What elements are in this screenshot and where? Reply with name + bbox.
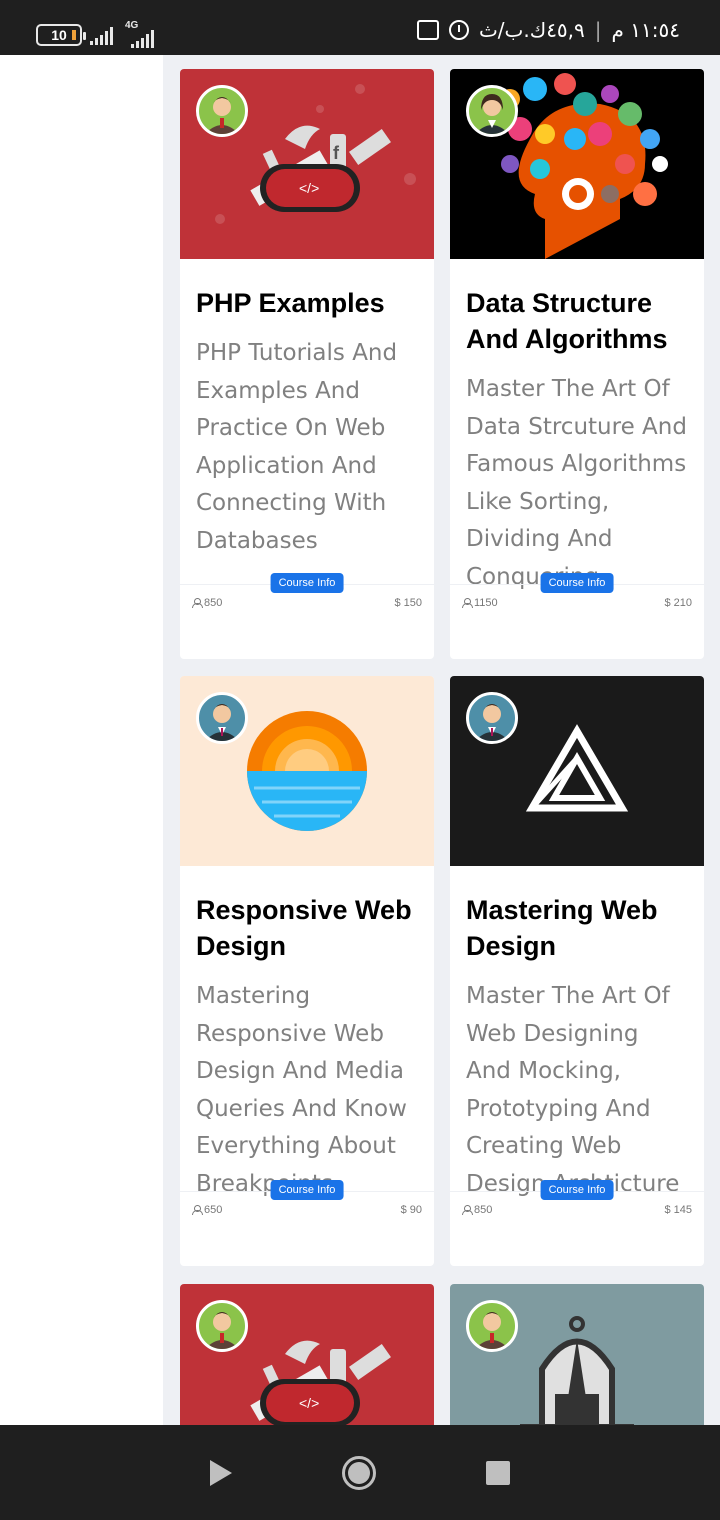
course-card-partial[interactable] xyxy=(450,1284,704,1425)
course-footer: Course Info 1150 $ 210 xyxy=(450,573,704,659)
avatar-icon xyxy=(205,97,239,134)
recents-button-icon[interactable] xyxy=(486,1460,510,1485)
left-panel xyxy=(0,55,163,1425)
avatar-icon xyxy=(475,704,509,741)
course-thumbnail[interactable] xyxy=(450,676,704,866)
course-description: Master The Art Of Web Designing And Mock… xyxy=(466,983,680,1197)
students-count: 850 xyxy=(192,597,222,609)
avatar-icon xyxy=(475,94,509,134)
network-speed: ٤٥,٩ك.ب/ث xyxy=(478,18,585,42)
course-info-button[interactable]: Course Info xyxy=(270,573,344,593)
user-icon xyxy=(462,598,473,608)
students-value: 850 xyxy=(474,1204,493,1216)
instructor-avatar xyxy=(196,1300,248,1352)
battery-level: 10 xyxy=(51,27,67,43)
system-nav-bar xyxy=(0,1425,720,1520)
alarm-icon xyxy=(448,20,469,40)
course-card-php-partial[interactable]: </> xyxy=(180,1284,434,1425)
course-description: PHP Tutorials And Examples And Practice … xyxy=(196,340,398,554)
course-title[interactable]: Data Structure And Algorithms xyxy=(450,259,704,357)
course-info-button[interactable]: Course Info xyxy=(540,573,614,593)
course-price: $ 210 xyxy=(664,597,692,609)
instructor-avatar xyxy=(196,692,248,744)
course-price: $ 150 xyxy=(394,597,422,609)
status-bar: 10 4G ٤٥,٩ك.ب/ث | ١١:٥٤ م xyxy=(0,0,720,55)
course-info-button[interactable]: Course Info xyxy=(270,1180,344,1200)
user-icon xyxy=(192,598,203,608)
course-card-data-structure[interactable]: Data Structure And Algorithms Master The… xyxy=(450,69,704,659)
course-thumbnail[interactable]: </> xyxy=(180,1284,434,1425)
course-footer: Course Info 850 $ 145 xyxy=(450,1180,704,1266)
course-price: $ 145 xyxy=(664,1204,692,1216)
avatar-icon xyxy=(205,1312,239,1349)
course-card-mastering-web-design[interactable]: Mastering Web Design Master The Art Of W… xyxy=(450,676,704,1266)
course-thumbnail[interactable] xyxy=(450,1284,704,1425)
user-icon xyxy=(462,1205,473,1215)
instructor-avatar xyxy=(466,1300,518,1352)
svg-text:f: f xyxy=(333,143,340,163)
course-title[interactable]: Mastering Web Design xyxy=(450,866,704,964)
course-card-responsive-web-design[interactable]: Responsive Web Design Mastering Responsi… xyxy=(180,676,434,1266)
clock: ١١:٥٤ م xyxy=(611,18,680,42)
course-thumbnail[interactable] xyxy=(450,69,704,259)
students-value: 1150 xyxy=(474,597,498,609)
course-grid[interactable]: f </> PHP Examples PHP Tutorials And Exa… xyxy=(163,55,720,1425)
course-title[interactable]: Responsive Web Design xyxy=(180,866,434,964)
avatar-icon xyxy=(475,1312,509,1349)
course-title[interactable]: PHP Examples xyxy=(180,259,434,321)
network-type: 4G xyxy=(125,20,139,31)
course-description: Mastering Responsive Web Design And Medi… xyxy=(196,983,407,1197)
svg-text:</>: </> xyxy=(299,1395,319,1411)
back-button-icon[interactable] xyxy=(210,1459,232,1486)
instructor-avatar xyxy=(466,692,518,744)
course-description: Master The Art Of Data Strcuture And Fam… xyxy=(466,376,687,590)
students-count: 650 xyxy=(192,1204,222,1216)
signal-icon xyxy=(90,25,113,45)
students-count: 850 xyxy=(462,1204,492,1216)
students-value: 850 xyxy=(204,597,223,609)
signal-4g-icon: 4G xyxy=(121,20,154,48)
avatar-icon xyxy=(205,704,239,741)
user-icon xyxy=(192,1205,203,1215)
course-card-php[interactable]: f </> PHP Examples PHP Tutorials And Exa… xyxy=(180,69,434,659)
battery-icon: 10 xyxy=(36,24,86,46)
course-price: $ 90 xyxy=(400,1204,422,1216)
svg-text:</>: </> xyxy=(299,180,319,196)
course-thumbnail[interactable] xyxy=(180,676,434,866)
home-button-icon[interactable] xyxy=(342,1455,376,1490)
instructor-avatar xyxy=(466,85,518,137)
students-value: 650 xyxy=(204,1204,223,1216)
course-info-button[interactable]: Course Info xyxy=(540,1180,614,1200)
students-count: 1150 xyxy=(462,597,498,609)
news-icon xyxy=(416,20,439,40)
course-footer: Course Info 650 $ 90 xyxy=(180,1180,434,1266)
course-footer: Course Info 850 $ 150 xyxy=(180,573,434,659)
course-thumbnail[interactable]: f </> xyxy=(180,69,434,259)
instructor-avatar xyxy=(196,85,248,137)
